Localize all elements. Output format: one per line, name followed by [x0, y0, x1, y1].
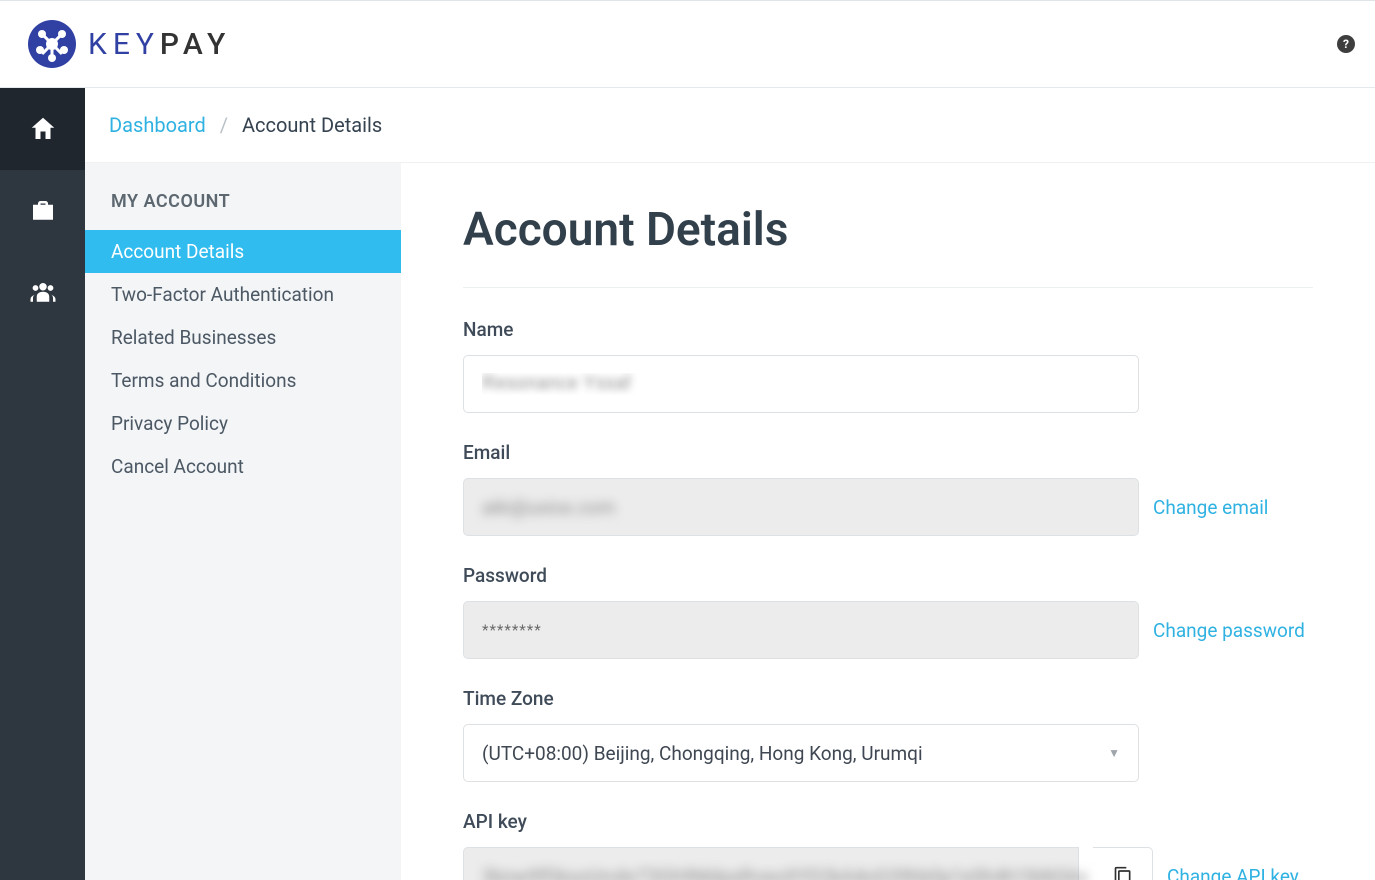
rail-people[interactable]	[0, 252, 85, 334]
sidemenu-item-terms[interactable]: Terms and Conditions	[85, 359, 401, 402]
side-menu: MY ACCOUNT Account Details Two-Factor Au…	[85, 163, 401, 880]
apikey-label: API key	[463, 810, 1313, 833]
breadcrumb-root-link[interactable]: Dashboard	[109, 113, 206, 137]
page-content: Account Details Name // apply blur visua…	[401, 163, 1375, 880]
home-icon	[28, 114, 58, 144]
brand-text-key: KEY	[88, 27, 160, 62]
change-email-link[interactable]: Change email	[1153, 496, 1268, 519]
copy-apikey-button[interactable]	[1093, 847, 1153, 880]
brand-logo: KEYPAY	[28, 20, 231, 68]
field-timezone: Time Zone (UTC+08:00) Beijing, Chongqing…	[463, 687, 1313, 782]
field-name: Name	[463, 318, 1313, 413]
brand-wordmark: KEYPAY	[88, 27, 231, 62]
copy-icon	[1113, 866, 1133, 880]
topbar: KEYPAY ?	[0, 0, 1375, 88]
breadcrumb-current: Account Details	[242, 113, 382, 137]
field-password: Password ******** Change password	[463, 564, 1313, 659]
caret-down-icon: ▼	[1108, 746, 1120, 760]
brand-text-pay: PAY	[160, 27, 231, 62]
side-menu-title: MY ACCOUNT	[85, 191, 401, 230]
email-input: aiki@uxiox.com	[463, 478, 1139, 536]
brand-mark-icon	[28, 20, 76, 68]
name-label: Name	[463, 318, 1313, 341]
password-value: ********	[482, 621, 542, 639]
field-email: Email aiki@uxiox.com Change email	[463, 441, 1313, 536]
sidemenu-item-cancel-account[interactable]: Cancel Account	[85, 445, 401, 488]
briefcase-icon	[28, 196, 58, 226]
change-password-link[interactable]: Change password	[1153, 619, 1305, 642]
apikey-input: 3bnw9fDksoUnvbr73Gh9MdpsRvwxXYD2kA4oG39h…	[463, 847, 1079, 880]
email-value: aiki@uxiox.com	[482, 496, 615, 519]
divider	[463, 287, 1313, 288]
sidemenu-item-two-factor[interactable]: Two-Factor Authentication	[85, 273, 401, 316]
timezone-select[interactable]: (UTC+08:00) Beijing, Chongqing, Hong Kon…	[463, 724, 1139, 782]
sidemenu-item-account-details[interactable]: Account Details	[85, 230, 401, 273]
sidemenu-item-related-businesses[interactable]: Related Businesses	[85, 316, 401, 359]
change-apikey-link[interactable]: Change API key	[1167, 865, 1299, 880]
breadcrumb: Dashboard / Account Details	[85, 88, 1375, 163]
name-input[interactable]	[463, 355, 1139, 413]
sidemenu-item-privacy[interactable]: Privacy Policy	[85, 402, 401, 445]
people-icon	[28, 278, 58, 308]
timezone-value: (UTC+08:00) Beijing, Chongqing, Hong Kon…	[482, 742, 923, 765]
field-apikey: API key 3bnw9fDksoUnvbr73Gh9MdpsRvwxXYD2…	[463, 810, 1313, 880]
password-input: ********	[463, 601, 1139, 659]
help-icon[interactable]: ?	[1337, 35, 1355, 53]
nav-rail	[0, 88, 85, 880]
timezone-label: Time Zone	[463, 687, 1313, 710]
apikey-value: 3bnw9fDksoUnvbr73Gh9MdpsRvwxXYD2kA4oG39h…	[482, 865, 1088, 880]
breadcrumb-separator: /	[220, 113, 228, 137]
page-title: Account Details	[463, 203, 1313, 257]
rail-business[interactable]	[0, 170, 85, 252]
rail-home[interactable]	[0, 88, 85, 170]
password-label: Password	[463, 564, 1313, 587]
email-label: Email	[463, 441, 1313, 464]
